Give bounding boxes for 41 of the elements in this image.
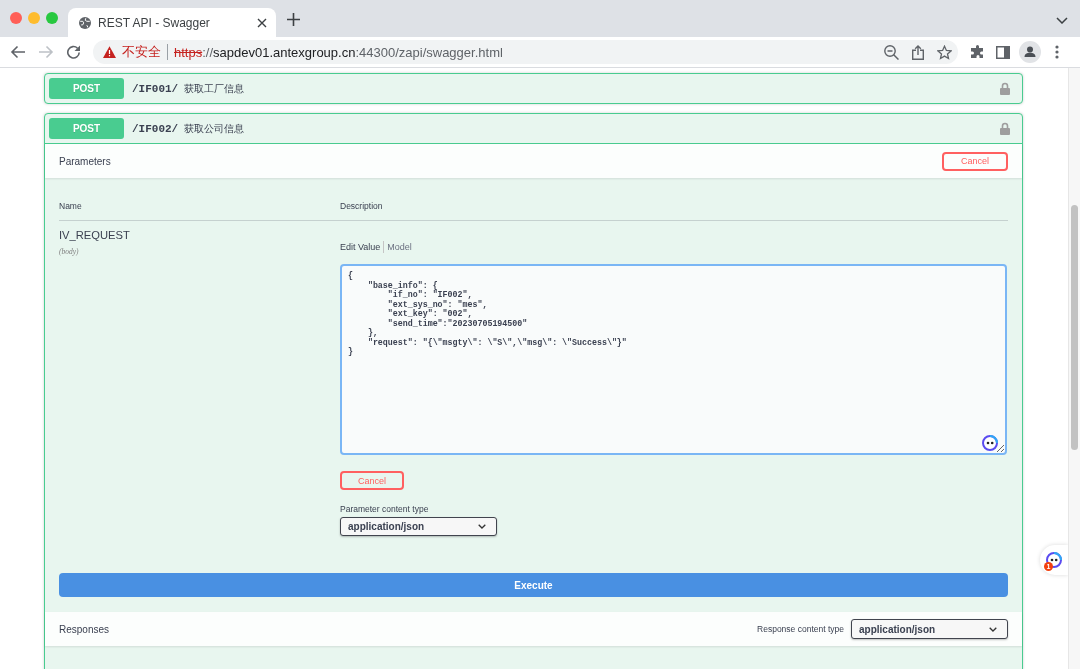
content-type-label: Response content type	[757, 624, 844, 634]
endpoint-summary[interactable]: 获取公司信息	[184, 121, 245, 136]
star-icon[interactable]	[937, 44, 952, 60]
content-type-select[interactable]: application/json	[340, 517, 497, 536]
request-body-field[interactable]: { "base_info": { "if_no": "IF002", "ext_sys_no": "mes", "ext_key": "002", "send_time":"20230705194500" }, "request": "{\"msgty\": \"S\",\"msg\": \"Success\"}" }	[340, 264, 1007, 455]
value-tab[interactable]: Model	[383, 241, 415, 253]
chevron-down-icon[interactable]	[1056, 16, 1068, 24]
method-badge: POST	[49, 118, 124, 139]
close-icon[interactable]	[257, 17, 267, 28]
content-type-select[interactable]: application/json	[851, 619, 1008, 639]
value-tab[interactable]: Edit Value	[340, 241, 384, 253]
profile-icon[interactable]	[1019, 41, 1041, 63]
zoom-out-icon[interactable]	[884, 44, 899, 60]
endpoint-path[interactable]: /IF002/	[132, 122, 179, 135]
address-field[interactable]: 不安全 https://sapdev01.antexgroup.cn:44300/zapi/swagger.html	[93, 40, 958, 64]
scrollbar-thumb[interactable]	[1071, 205, 1078, 450]
more-icon[interactable]	[1055, 45, 1059, 59]
url-text[interactable]: https://sapdev01.antexgroup.cn:44300/zapi/swagger.html	[174, 44, 503, 60]
warning-icon[interactable]	[103, 46, 116, 58]
parameter-name: IV_REQUEST	[59, 229, 130, 242]
plus-icon[interactable]	[287, 13, 300, 26]
smiley-icon	[1046, 552, 1062, 568]
section-title: Parameters	[59, 155, 111, 167]
caret-icon	[989, 626, 997, 632]
caret-icon	[478, 524, 486, 529]
method-badge: POST	[49, 78, 124, 99]
share-icon[interactable]	[912, 44, 924, 60]
content-type-label: Parameter content type	[340, 504, 429, 514]
endpoint-summary[interactable]: 获取工厂信息	[184, 81, 245, 96]
back-icon[interactable]	[10, 45, 26, 59]
puzzle-icon[interactable]	[971, 45, 985, 59]
globe-icon	[79, 16, 91, 29]
security-label[interactable]: 不安全	[122, 43, 161, 61]
section-title: Responses	[59, 623, 110, 635]
column-header: Name	[59, 198, 340, 221]
reload-icon[interactable]	[66, 45, 82, 59]
smiley-icon[interactable]	[982, 435, 998, 451]
browser-tab[interactable]: REST API - Swagger	[68, 8, 276, 37]
endpoint-path[interactable]: /IF001/	[132, 82, 179, 95]
side-panel-icon[interactable]	[996, 45, 1010, 59]
column-header: Description	[340, 198, 1008, 221]
